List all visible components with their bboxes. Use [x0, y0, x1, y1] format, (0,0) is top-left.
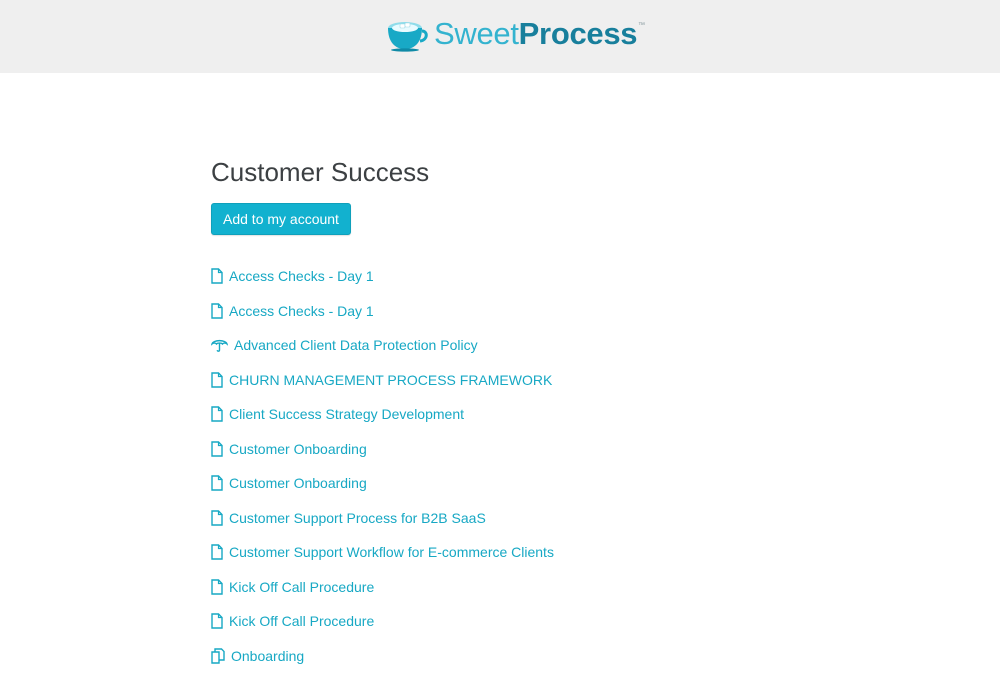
- top-header-bar: SweetProcess ™: [0, 0, 1000, 73]
- main-content: Customer Success Add to my account Acces…: [211, 155, 811, 189]
- list-item-label: Access Checks - Day 1: [229, 268, 374, 284]
- list-item-label: Customer Onboarding: [229, 475, 367, 491]
- process-list: Access Checks - Day 1 Access Checks - Da…: [211, 259, 554, 673]
- add-to-account-button[interactable]: Add to my account: [211, 203, 351, 235]
- document-icon: [211, 544, 223, 560]
- list-item[interactable]: CHURN MANAGEMENT PROCESS FRAMEWORK: [211, 363, 554, 398]
- trademark-mark: ™: [638, 22, 645, 29]
- document-icon: [211, 372, 223, 388]
- list-item-label: Customer Support Workflow for E-commerce…: [229, 544, 554, 560]
- list-item-label: Access Checks - Day 1: [229, 303, 374, 319]
- coffee-cup-icon: [385, 16, 429, 52]
- document-icon: [211, 268, 223, 284]
- list-item[interactable]: Customer Support Process for B2B SaaS: [211, 501, 554, 536]
- brand-wordmark: SweetProcess: [434, 16, 637, 52]
- list-item[interactable]: Advanced Client Data Protection Policy: [211, 328, 554, 363]
- document-icon: [211, 475, 223, 491]
- list-item[interactable]: Access Checks - Day 1: [211, 259, 554, 294]
- list-item[interactable]: Customer Onboarding: [211, 466, 554, 501]
- list-item[interactable]: Client Success Strategy Development: [211, 397, 554, 432]
- document-icon: [211, 303, 223, 319]
- document-icon: [211, 441, 223, 457]
- list-item-label: Kick Off Call Procedure: [229, 579, 374, 595]
- list-item[interactable]: Kick Off Call Procedure: [211, 604, 554, 639]
- list-item[interactable]: Access Checks - Day 1: [211, 294, 554, 329]
- list-item-label: Onboarding: [231, 648, 304, 664]
- list-item-label: Advanced Client Data Protection Policy: [234, 337, 478, 353]
- list-item[interactable]: Customer Support Workflow for E-commerce…: [211, 535, 554, 570]
- umbrella-icon: [211, 338, 228, 352]
- document-icon: [211, 579, 223, 595]
- list-item[interactable]: Onboarding: [211, 639, 554, 673]
- brand-name-light: Sweet: [434, 16, 519, 51]
- copy-icon: [211, 648, 225, 664]
- list-item-label: CHURN MANAGEMENT PROCESS FRAMEWORK: [229, 372, 552, 388]
- list-item[interactable]: Kick Off Call Procedure: [211, 570, 554, 605]
- sweetprocess-logo[interactable]: SweetProcess ™: [385, 14, 637, 54]
- brand-name-bold: Process: [519, 16, 638, 51]
- list-item-label: Kick Off Call Procedure: [229, 613, 374, 629]
- list-item-label: Customer Support Process for B2B SaaS: [229, 510, 486, 526]
- list-item-label: Client Success Strategy Development: [229, 406, 464, 422]
- list-item-label: Customer Onboarding: [229, 441, 367, 457]
- page-title: Customer Success: [211, 155, 811, 189]
- document-icon: [211, 406, 223, 422]
- list-item[interactable]: Customer Onboarding: [211, 432, 554, 467]
- document-icon: [211, 510, 223, 526]
- document-icon: [211, 613, 223, 629]
